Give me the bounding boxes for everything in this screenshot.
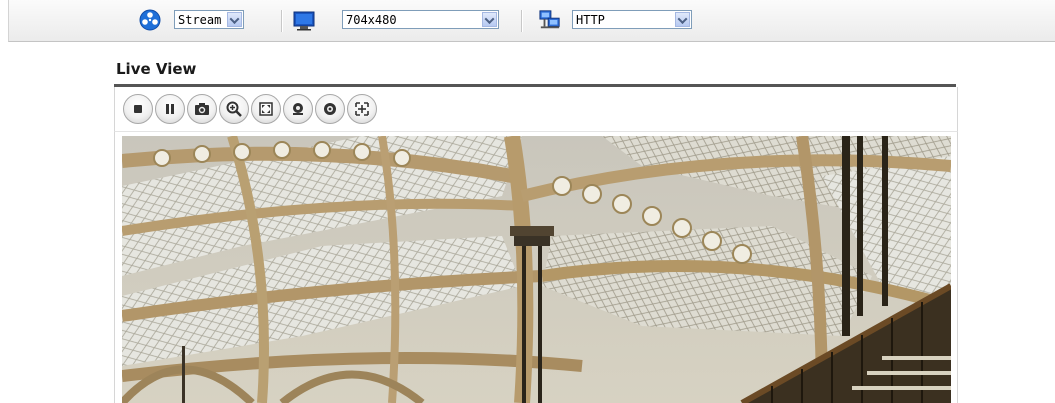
- digital-zoom-button[interactable]: [219, 94, 249, 124]
- stream-select[interactable]: Stream 1: [174, 10, 244, 29]
- camera-icon: [195, 103, 209, 115]
- live-view-toolbar: [114, 87, 958, 131]
- fullscreen-icon: [259, 102, 273, 116]
- stop-button[interactable]: [123, 94, 153, 124]
- pause-icon: [166, 104, 174, 114]
- stream-settings-bar: Stream 1 704x480 HTTP: [8, 0, 1055, 42]
- live-view-page: Stream 1 704x480 HTTP Live View: [0, 0, 1055, 403]
- snapshot-button[interactable]: [187, 94, 217, 124]
- protocol-select-value: HTTP: [576, 13, 605, 27]
- toolbar-separator: [281, 10, 282, 32]
- manual-trigger-button[interactable]: [283, 94, 313, 124]
- live-video-feed[interactable]: [122, 136, 951, 403]
- pause-button[interactable]: [155, 94, 185, 124]
- record-icon: [324, 103, 336, 115]
- trigger-icon: [293, 103, 303, 115]
- resolution-select-value: 704x480: [346, 13, 397, 27]
- stream-profile-icon: [139, 9, 161, 31]
- resolution-select[interactable]: 704x480: [342, 10, 499, 29]
- live-camera-image: [122, 136, 951, 403]
- chevron-down-icon[interactable]: [675, 12, 690, 27]
- page-title: Live View: [116, 60, 197, 78]
- crosshair-icon: [355, 102, 369, 116]
- toolbar-separator: [521, 10, 522, 32]
- stop-icon: [134, 105, 142, 113]
- center-click-button[interactable]: [347, 94, 377, 124]
- monitor-icon: [293, 11, 315, 31]
- chevron-down-icon[interactable]: [482, 12, 497, 27]
- fullscreen-button[interactable]: [251, 94, 281, 124]
- protocol-select[interactable]: HTTP: [572, 10, 692, 29]
- zoom-in-icon: [226, 101, 242, 117]
- network-icon: [539, 10, 560, 29]
- record-button[interactable]: [315, 94, 345, 124]
- chevron-down-icon[interactable]: [227, 12, 242, 27]
